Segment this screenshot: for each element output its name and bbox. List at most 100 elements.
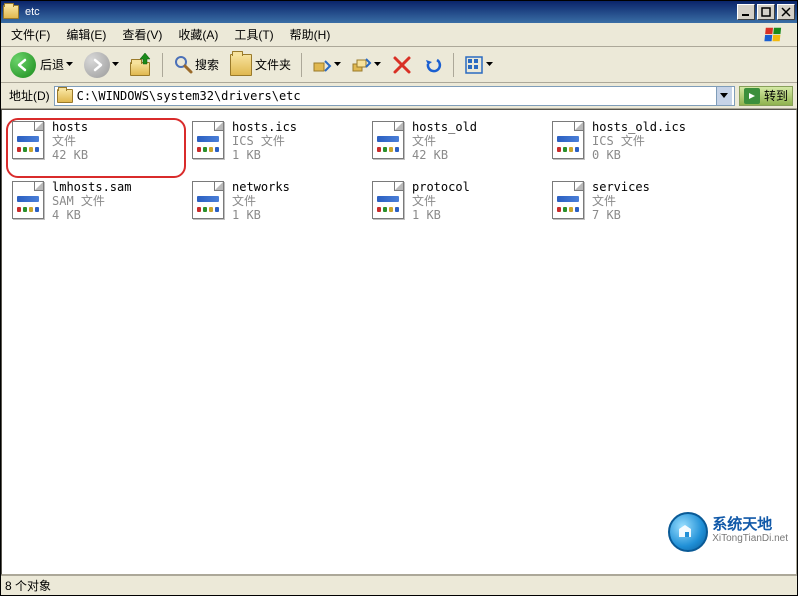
- address-bar: 地址(D) C:\WINDOWS\system32\drivers\etc 转到: [1, 83, 797, 109]
- toolbar: 后退 搜索 文件夹: [1, 47, 797, 83]
- chevron-down-icon[interactable]: [66, 61, 73, 68]
- menu-file[interactable]: 文件(F): [3, 24, 58, 45]
- file-name: services: [592, 180, 650, 194]
- folder-up-icon: [130, 54, 152, 76]
- file-type: ICS 文件: [592, 134, 686, 148]
- file-name: networks: [232, 180, 290, 194]
- file-icon: [370, 120, 406, 160]
- file-item[interactable]: lmhosts.sam SAM 文件 4 KB: [6, 178, 186, 238]
- titlebar: etc: [1, 1, 797, 23]
- file-size: 42 KB: [412, 148, 477, 162]
- file-name: hosts.ics: [232, 120, 297, 134]
- file-icon: [550, 180, 586, 220]
- file-type: 文件: [412, 194, 470, 208]
- file-type: 文件: [592, 194, 650, 208]
- watermark-badge-icon: [668, 512, 708, 552]
- file-size: 42 KB: [52, 148, 88, 162]
- file-size: 4 KB: [52, 208, 131, 222]
- address-input[interactable]: C:\WINDOWS\system32\drivers\etc: [54, 86, 735, 106]
- watermark-cn: 系统天地: [712, 518, 788, 532]
- file-item[interactable]: protocol 文件 1 KB: [366, 178, 546, 238]
- address-label: 地址(D): [5, 87, 54, 104]
- copy-to-button[interactable]: [347, 50, 386, 80]
- undo-icon: [423, 55, 443, 75]
- file-size: 7 KB: [592, 208, 650, 222]
- file-type: SAM 文件: [52, 194, 131, 208]
- delete-icon: [392, 55, 412, 75]
- folders-label: 文件夹: [255, 56, 291, 73]
- go-label: 转到: [764, 87, 788, 104]
- move-to-button[interactable]: [307, 50, 346, 80]
- toolbar-separator: [162, 53, 163, 77]
- file-pane[interactable]: hosts 文件 42 KB hosts.ics ICS 文件 1 KB hos…: [1, 109, 797, 575]
- file-size: 1 KB: [232, 208, 290, 222]
- toolbar-separator: [453, 53, 454, 77]
- address-dropdown[interactable]: [716, 87, 732, 105]
- file-item[interactable]: hosts.ics ICS 文件 1 KB: [186, 118, 366, 178]
- file-icon: [190, 120, 226, 160]
- back-label: 后退: [40, 56, 64, 73]
- watermark-en: XiTongTianDi.net: [712, 532, 788, 546]
- file-size: 1 KB: [412, 208, 470, 222]
- delete-button[interactable]: [387, 50, 417, 80]
- move-to-icon: [312, 55, 332, 75]
- file-size: 1 KB: [232, 148, 297, 162]
- search-label: 搜索: [195, 56, 219, 73]
- menu-edit[interactable]: 编辑(E): [58, 24, 114, 45]
- file-name: hosts_old: [412, 120, 477, 134]
- forward-button[interactable]: [79, 50, 124, 80]
- file-name: lmhosts.sam: [52, 180, 131, 194]
- file-name: hosts: [52, 120, 88, 134]
- maximize-button[interactable]: [757, 4, 775, 20]
- file-item[interactable]: hosts_old 文件 42 KB: [366, 118, 546, 178]
- back-button[interactable]: 后退: [5, 50, 78, 80]
- file-type: 文件: [232, 194, 290, 208]
- address-path: C:\WINDOWS\system32\drivers\etc: [77, 89, 716, 103]
- menubar: 文件(F) 编辑(E) 查看(V) 收藏(A) 工具(T) 帮助(H): [1, 23, 797, 47]
- file-icon: [370, 180, 406, 220]
- folder-icon: [57, 89, 73, 103]
- folders-icon: [230, 54, 252, 76]
- file-item[interactable]: networks 文件 1 KB: [186, 178, 366, 238]
- menu-tools[interactable]: 工具(T): [226, 24, 281, 45]
- copy-to-icon: [352, 55, 372, 75]
- menu-help[interactable]: 帮助(H): [282, 24, 339, 45]
- chevron-down-icon[interactable]: [334, 61, 341, 68]
- file-icon: [10, 180, 46, 220]
- file-name: hosts_old.ics: [592, 120, 686, 134]
- file-name: protocol: [412, 180, 470, 194]
- file-item[interactable]: hosts 文件 42 KB: [6, 118, 186, 178]
- undo-button[interactable]: [418, 50, 448, 80]
- views-icon: [464, 55, 484, 75]
- close-button[interactable]: [777, 4, 795, 20]
- go-button[interactable]: 转到: [739, 86, 793, 106]
- windows-flag-icon: [757, 25, 793, 45]
- chevron-down-icon[interactable]: [486, 61, 493, 68]
- menu-favorites[interactable]: 收藏(A): [170, 24, 226, 45]
- statusbar: 8 个对象: [1, 575, 797, 595]
- views-button[interactable]: [459, 50, 498, 80]
- file-size: 0 KB: [592, 148, 686, 162]
- file-icon: [550, 120, 586, 160]
- go-arrow-icon: [744, 88, 760, 104]
- file-item[interactable]: hosts_old.ics ICS 文件 0 KB: [546, 118, 726, 178]
- file-icon: [190, 180, 226, 220]
- up-button[interactable]: [125, 50, 157, 80]
- forward-arrow-icon: [84, 52, 110, 78]
- titlebar-folder-icon: [3, 5, 19, 19]
- file-type: ICS 文件: [232, 134, 297, 148]
- chevron-down-icon[interactable]: [112, 61, 119, 68]
- chevron-down-icon[interactable]: [374, 61, 381, 68]
- file-type: 文件: [52, 134, 88, 148]
- folders-button[interactable]: 文件夹: [225, 50, 296, 80]
- watermark: 系统天地 XiTongTianDi.net: [668, 512, 788, 552]
- file-item[interactable]: services 文件 7 KB: [546, 178, 726, 238]
- menu-view[interactable]: 查看(V): [114, 24, 170, 45]
- explorer-window: etc 文件(F) 编辑(E) 查看(V) 收藏(A) 工具(T) 帮助(H) …: [0, 0, 798, 596]
- toolbar-separator: [301, 53, 302, 77]
- window-title: etc: [23, 6, 735, 18]
- file-type: 文件: [412, 134, 477, 148]
- minimize-button[interactable]: [737, 4, 755, 20]
- search-button[interactable]: 搜索: [168, 50, 224, 80]
- file-icon: [10, 120, 46, 160]
